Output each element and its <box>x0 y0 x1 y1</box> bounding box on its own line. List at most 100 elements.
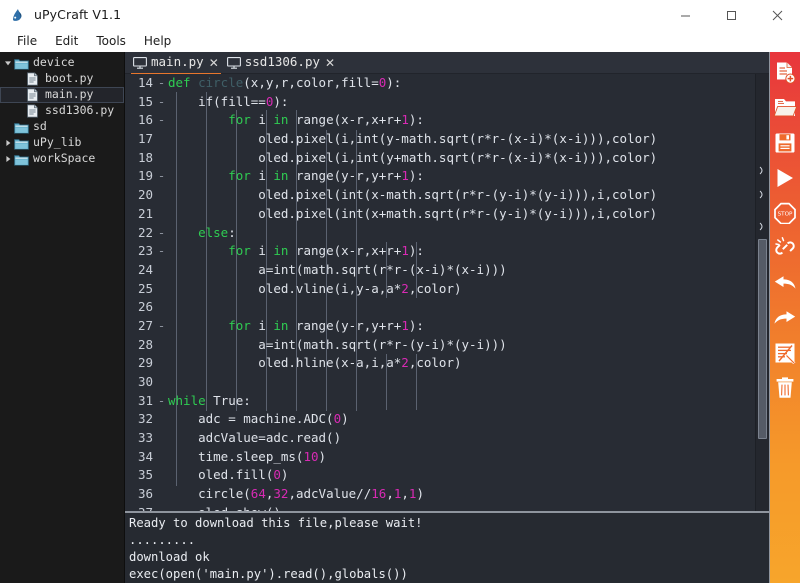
tree-item-label: boot.py <box>45 73 93 85</box>
disconnect-icon[interactable] <box>772 233 798 262</box>
minimize-button[interactable] <box>662 0 708 30</box>
fold-marker[interactable]: - <box>155 111 168 130</box>
menu-tools[interactable]: Tools <box>87 32 135 50</box>
fold-marker[interactable]: - <box>155 93 168 112</box>
undo-icon[interactable] <box>772 268 798 297</box>
line-number: 29 <box>125 354 155 373</box>
code-text: while True: <box>168 392 755 411</box>
window-title: uPyCraft V1.1 <box>34 7 121 22</box>
scroll-marker-3 <box>758 216 767 225</box>
console-line: Ready to download this file,please wait! <box>129 515 769 532</box>
code-line: 32 adc = machine.ADC(0) <box>125 410 755 429</box>
new-file-icon[interactable] <box>772 58 798 87</box>
code-line: 36 circle(64,32,adcValue//16,1,1) <box>125 485 755 504</box>
maximize-button[interactable] <box>708 0 754 30</box>
main-body: deviceboot.pymain.pyssd1306.pysduPy_libw… <box>0 52 800 583</box>
tree-item-workspace[interactable]: workSpace <box>0 151 124 167</box>
line-number: 18 <box>125 149 155 168</box>
close-button[interactable] <box>754 0 800 30</box>
code-line: 25 oled.vline(i,y-a,a*2,color) <box>125 280 755 299</box>
fold-marker[interactable]: - <box>155 242 168 261</box>
tab-ssd1306-py[interactable]: ssd1306.py ✕ <box>223 52 339 74</box>
code-text: oled.pixel(i,int(y+math.sqrt(r*r-(x-i)*(… <box>168 149 755 168</box>
line-number: 14 <box>125 74 155 93</box>
line-number: 26 <box>125 298 155 317</box>
line-number: 19 <box>125 167 155 186</box>
run-icon[interactable] <box>772 163 798 192</box>
stop-icon[interactable]: STOP <box>772 198 798 227</box>
tree-item-ssd1306-py[interactable]: ssd1306.py <box>0 103 124 119</box>
line-number: 20 <box>125 186 155 205</box>
tree-item-upy-lib[interactable]: uPy_lib <box>0 135 124 151</box>
tab-close-icon[interactable]: ✕ <box>325 57 335 69</box>
tree-item-boot-py[interactable]: boot.py <box>0 71 124 87</box>
code-text: oled.vline(i,y-a,a*2,color) <box>168 280 755 299</box>
fold-marker[interactable]: - <box>155 167 168 186</box>
code-text: oled.fill(0) <box>168 466 755 485</box>
open-folder-icon[interactable] <box>772 93 798 122</box>
code-text: oled.pixel(int(x+math.sqrt(r*r-(y-i)*(y-… <box>168 205 755 224</box>
code-line: 35 oled.fill(0) <box>125 466 755 485</box>
menu-edit[interactable]: Edit <box>46 32 87 50</box>
chevron-down-icon[interactable] <box>2 59 14 67</box>
line-number: 35 <box>125 466 155 485</box>
monitor-icon <box>133 57 147 69</box>
tree-item-main-py[interactable]: main.py <box>0 87 124 103</box>
code-line: 19- for i in range(y-r,y+r+1): <box>125 167 755 186</box>
fold-marker[interactable]: - <box>155 392 168 411</box>
editor-tab-bar[interactable]: main.py ✕ ssd1306.py ✕ <box>125 52 769 74</box>
tab-main-py[interactable]: main.py ✕ <box>129 52 223 74</box>
fold-marker[interactable]: - <box>155 224 168 243</box>
folder-icon <box>14 153 30 166</box>
code-line: 33 adcValue=adc.read() <box>125 429 755 448</box>
menu-file[interactable]: File <box>8 32 46 50</box>
code-view[interactable]: 14-def circle(x,y,r,color,fill=0):15- if… <box>125 74 755 511</box>
code-line: 23- for i in range(x-r,x+r+1): <box>125 242 755 261</box>
upycraft-window: uPyCraft V1.1 File Edit Tools Help devic… <box>0 0 800 583</box>
redo-icon[interactable] <box>772 303 798 332</box>
tree-item-sd[interactable]: sd <box>0 119 124 135</box>
syntax-check-icon[interactable] <box>772 338 798 367</box>
tree-item-label: main.py <box>45 89 93 101</box>
file-tree[interactable]: device boot.py main.py ssd1306.py sd uPy_libw… <box>0 52 125 583</box>
folder-icon <box>14 121 30 134</box>
save-icon[interactable] <box>772 128 798 157</box>
code-text: for i in range(x-r,x+r+1): <box>168 111 755 130</box>
svg-text:STOP: STOP <box>778 211 793 217</box>
code-line: 14-def circle(x,y,r,color,fill=0): <box>125 74 755 93</box>
code-line: 34 time.sleep_ms(10) <box>125 448 755 467</box>
monitor-icon <box>227 57 241 69</box>
editor-vertical-scrollbar[interactable] <box>755 74 769 511</box>
line-number: 24 <box>125 261 155 280</box>
chevron-right-icon[interactable] <box>2 139 14 147</box>
line-number: 27 <box>125 317 155 336</box>
line-number: 23 <box>125 242 155 261</box>
chevron-right-icon[interactable] <box>2 155 14 163</box>
tab-label: main.py <box>151 56 204 69</box>
title-bar: uPyCraft V1.1 <box>0 0 800 30</box>
upycraft-logo-icon <box>10 7 26 23</box>
code-line: 37 oled.show() <box>125 504 755 511</box>
menu-help[interactable]: Help <box>135 32 180 50</box>
tree-item-label: device <box>33 57 75 69</box>
console-line: download ok <box>129 549 769 566</box>
fold-marker[interactable]: - <box>155 317 168 336</box>
delete-icon[interactable] <box>772 373 798 402</box>
menu-bar: File Edit Tools Help <box>0 30 800 52</box>
scrollbar-thumb[interactable] <box>758 239 767 439</box>
tab-label: ssd1306.py <box>245 56 320 69</box>
code-text: if(fill==0): <box>168 93 755 112</box>
line-number: 17 <box>125 130 155 149</box>
tree-item-device[interactable]: device <box>0 55 124 71</box>
tab-close-icon[interactable]: ✕ <box>209 57 219 69</box>
console-output[interactable]: Ready to download this file,please wait!… <box>125 511 769 583</box>
fold-marker[interactable]: - <box>155 74 168 93</box>
folder-icon <box>14 57 30 70</box>
tree-item-label: ssd1306.py <box>45 105 114 117</box>
code-line: 31-while True: <box>125 392 755 411</box>
code-line: 21 oled.pixel(int(x+math.sqrt(r*r-(y-i)*… <box>125 205 755 224</box>
code-line: 30 <box>125 373 755 392</box>
code-line: 16- for i in range(x-r,x+r+1): <box>125 111 755 130</box>
file-icon <box>26 88 42 102</box>
tree-item-label: sd <box>33 121 47 133</box>
